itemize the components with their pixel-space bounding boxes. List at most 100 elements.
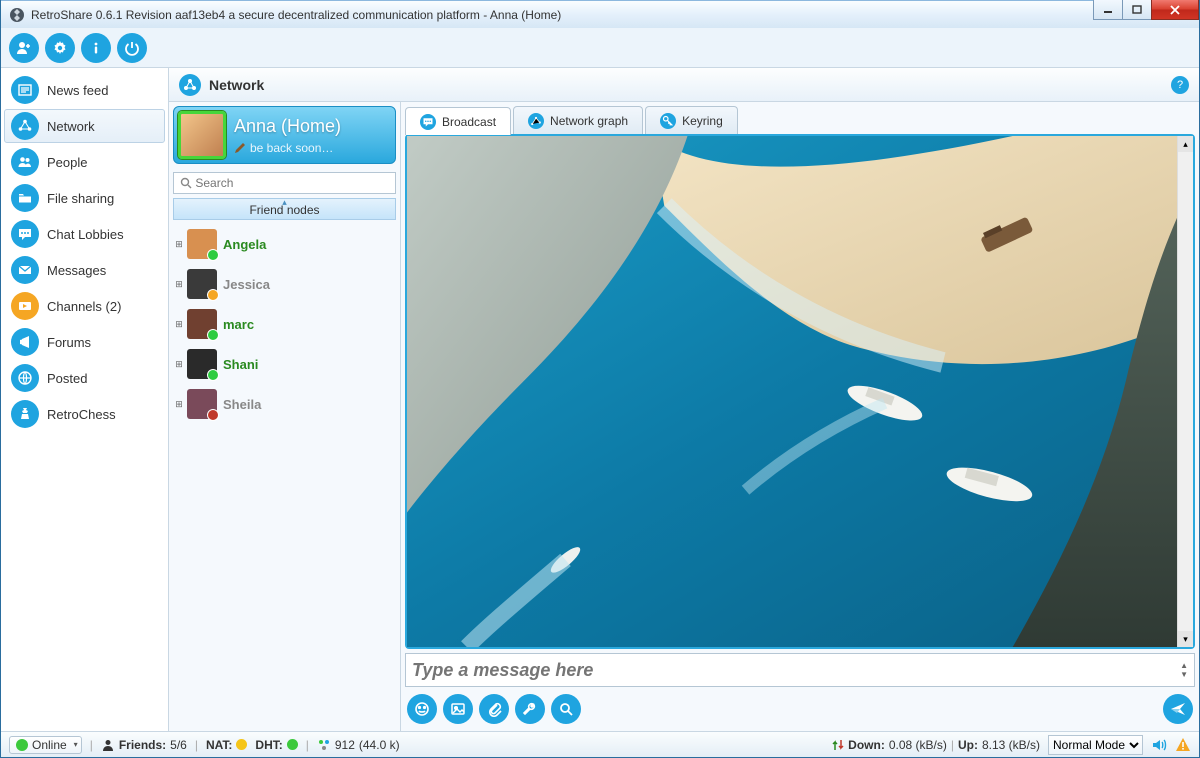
avatar	[187, 349, 217, 379]
compose-toolbar	[405, 691, 1195, 727]
info-button[interactable]	[81, 33, 111, 63]
search-button[interactable]	[551, 694, 581, 724]
status-selector[interactable]: Online	[9, 736, 82, 754]
folder-icon	[11, 184, 39, 212]
dht-dot-icon	[287, 739, 298, 750]
mail-icon	[11, 256, 39, 284]
expand-icon[interactable]: ⊞	[171, 319, 187, 330]
channels-icon	[11, 292, 39, 320]
peers-status: 912 (44.0 k)	[317, 738, 400, 752]
friend-name: Angela	[223, 237, 266, 252]
window-title: RetroShare 0.6.1 Revision aaf13eb4 a sec…	[31, 8, 1195, 22]
expand-icon[interactable]: ⊞	[171, 279, 187, 290]
dht-status: DHT:	[255, 738, 297, 752]
sidebar-item-retrochess[interactable]: RetroChess	[4, 397, 165, 431]
graph-icon	[528, 113, 544, 129]
bullhorn-icon	[11, 328, 39, 356]
friend-row[interactable]: ⊞ Jessica	[171, 264, 396, 304]
sidebar-item-messages[interactable]: Messages	[4, 253, 165, 287]
chat-icon	[11, 220, 39, 248]
news-icon	[11, 76, 39, 104]
sidebar-item-file-sharing[interactable]: File sharing	[4, 181, 165, 215]
minimize-button[interactable]	[1093, 0, 1123, 20]
settings-button[interactable]	[45, 33, 75, 63]
spinner[interactable]: ▲▼	[1180, 662, 1188, 679]
window-buttons	[1094, 0, 1199, 20]
help-button[interactable]: ?	[1171, 76, 1189, 94]
key-icon	[660, 113, 676, 129]
profile-status[interactable]: be back soon…	[234, 141, 391, 155]
sidebar-item-news-feed[interactable]: News feed	[4, 73, 165, 107]
power-button[interactable]	[117, 33, 147, 63]
profile-card[interactable]: Anna (Home) be back soon…	[173, 106, 396, 164]
chat-icon	[420, 114, 436, 130]
send-button[interactable]	[1163, 694, 1193, 724]
network-icon	[11, 112, 39, 140]
statusbar: Online | Friends: 5/6 | NAT: DHT: | 912 …	[1, 731, 1199, 757]
expand-icon[interactable]: ⊞	[171, 399, 187, 410]
bandwidth-status: Down: 0.08 (kB/s) | Up: 8.13 (kB/s)	[832, 738, 1040, 752]
avatar	[187, 269, 217, 299]
tab-broadcast[interactable]: Broadcast	[405, 107, 511, 135]
app-icon	[9, 7, 25, 23]
friends-header[interactable]: Friend nodes	[173, 198, 396, 220]
friend-row[interactable]: ⊞ Shani	[171, 344, 396, 384]
chess-icon	[11, 400, 39, 428]
sidebar-item-channels-[interactable]: Channels (2)	[4, 289, 165, 323]
expand-icon[interactable]: ⊞	[171, 239, 187, 250]
people-icon	[11, 148, 39, 176]
globe-icon	[11, 364, 39, 392]
scroll-down[interactable]: ▾	[1178, 631, 1193, 647]
status-dot-icon	[207, 409, 219, 421]
friend-name: marc	[223, 317, 254, 332]
chat-area: ▴ ▾	[405, 134, 1195, 649]
network-icon	[179, 74, 201, 96]
sidebar-item-people[interactable]: People	[4, 145, 165, 179]
tab-network-graph[interactable]: Network graph	[513, 106, 643, 134]
friends-status: Friends: 5/6	[101, 738, 187, 752]
friend-row[interactable]: ⊞ marc	[171, 304, 396, 344]
sidebar-item-posted[interactable]: Posted	[4, 361, 165, 395]
panel-title: Network	[209, 77, 1171, 93]
mode-select[interactable]: Normal Mode	[1048, 735, 1143, 755]
tab-keyring[interactable]: Keyring	[645, 106, 738, 134]
friend-name: Shani	[223, 357, 258, 372]
scroll-up[interactable]: ▴	[1178, 136, 1193, 152]
nat-dot-icon	[236, 739, 247, 750]
image-button[interactable]	[443, 694, 473, 724]
pencil-icon	[234, 142, 246, 154]
friend-name: Jessica	[223, 277, 270, 292]
tools-button[interactable]	[515, 694, 545, 724]
emoji-button[interactable]	[407, 694, 437, 724]
warning-icon[interactable]	[1175, 737, 1191, 753]
sidebar-item-network[interactable]: Network	[4, 109, 165, 143]
status-dot-icon	[207, 249, 219, 261]
status-dot-icon	[207, 329, 219, 341]
toolbar	[1, 28, 1199, 68]
add-friend-button[interactable]	[9, 33, 39, 63]
friends-list: ⊞ Angela ⊞ Jessica ⊞ marc ⊞ Shani ⊞ Sheila	[169, 220, 400, 731]
attach-button[interactable]	[479, 694, 509, 724]
sidebar-item-chat-lobbies[interactable]: Chat Lobbies	[4, 217, 165, 251]
avatar	[187, 389, 217, 419]
sidebar-item-forums[interactable]: Forums	[4, 325, 165, 359]
compose-input[interactable]: ▲▼	[405, 653, 1195, 687]
friend-name: Sheila	[223, 397, 261, 412]
friend-row[interactable]: ⊞ Sheila	[171, 384, 396, 424]
peers-icon	[317, 738, 331, 752]
maximize-button[interactable]	[1122, 0, 1152, 20]
close-button[interactable]	[1151, 0, 1199, 20]
panel-header: Network ?	[169, 68, 1199, 102]
titlebar: RetroShare 0.6.1 Revision aaf13eb4 a sec…	[1, 0, 1199, 28]
sound-icon[interactable]	[1151, 737, 1167, 753]
nat-status: NAT:	[206, 738, 247, 752]
status-dot-icon	[207, 289, 219, 301]
friend-row[interactable]: ⊞ Angela	[171, 224, 396, 264]
chat-image	[407, 136, 1177, 647]
scrollbar[interactable]: ▴ ▾	[1177, 136, 1193, 647]
status-dot-icon	[207, 369, 219, 381]
expand-icon[interactable]: ⊞	[171, 359, 187, 370]
online-dot-icon	[16, 739, 28, 751]
app-window: RetroShare 0.6.1 Revision aaf13eb4 a sec…	[0, 0, 1200, 758]
search-icon	[180, 177, 192, 189]
